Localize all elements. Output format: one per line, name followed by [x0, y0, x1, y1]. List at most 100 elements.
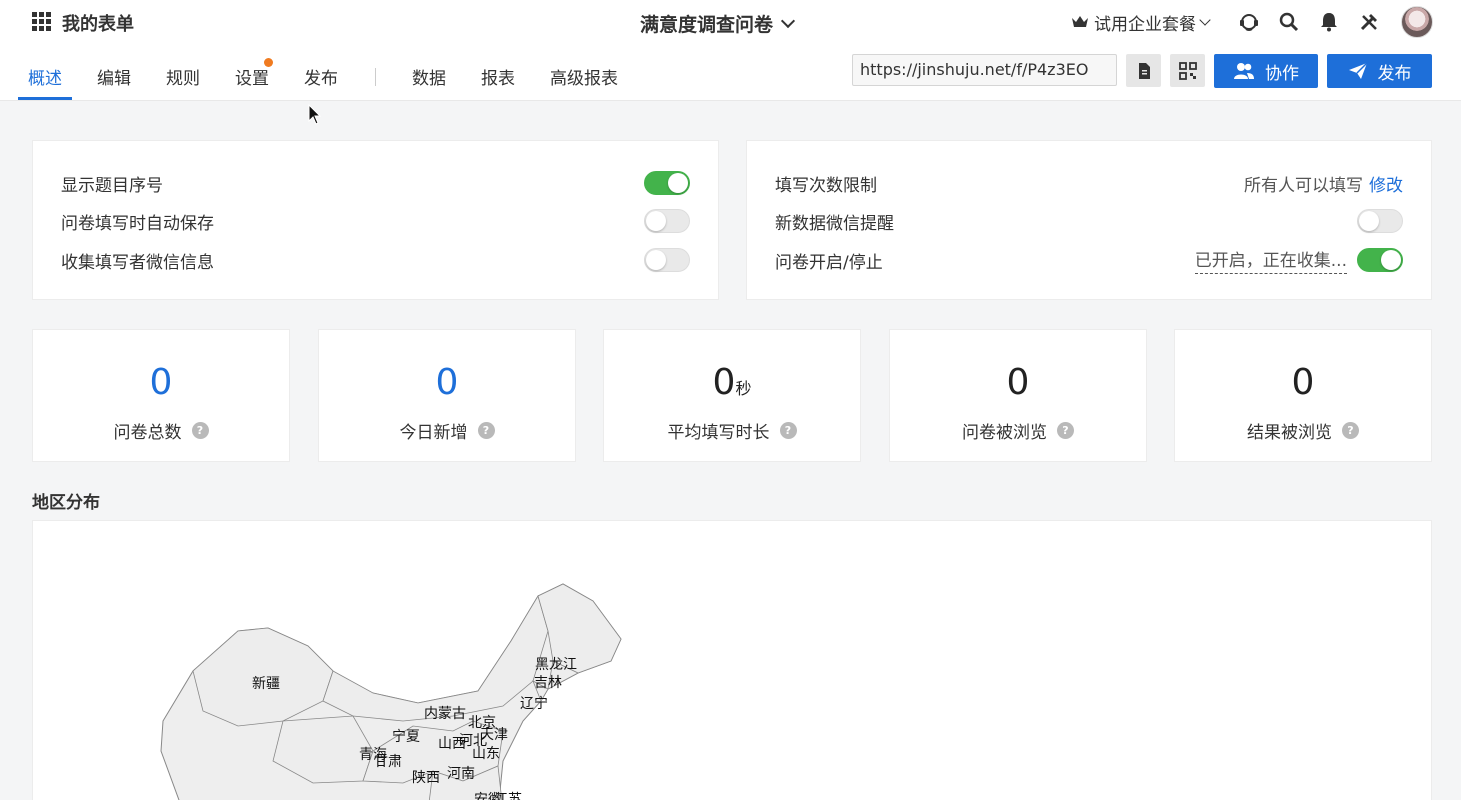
province-label: 吉林 — [534, 675, 562, 691]
stat-card-result-views: 0 结果被浏览? — [1174, 329, 1432, 462]
tools-icon[interactable] — [1358, 11, 1380, 33]
setting-auto-save: 问卷填写时自动保存 — [61, 206, 690, 236]
setting-label: 显示题目序号 — [61, 175, 163, 196]
tab-settings[interactable]: 设置 — [225, 56, 279, 100]
help-icon[interactable]: ? — [191, 422, 209, 439]
stat-card-today: 0 今日新增? — [318, 329, 576, 462]
setting-collect-wechat: 收集填写者微信信息 — [61, 245, 690, 275]
mouse-cursor-icon — [308, 104, 322, 125]
help-icon[interactable]: ? — [1057, 422, 1074, 439]
tab-label: 概述 — [28, 69, 62, 89]
help-icon[interactable]: ? — [477, 422, 495, 439]
notification-dot — [264, 58, 273, 67]
collaborate-button[interactable]: 协作 — [1214, 54, 1318, 88]
help-icon[interactable]: ? — [1342, 422, 1359, 439]
china-map[interactable] — [33, 521, 1432, 800]
stat-unit: 秒 — [735, 379, 752, 398]
setting-label: 收集填写者微信信息 — [61, 252, 214, 273]
qrcode-button[interactable] — [1170, 54, 1205, 87]
toggle-switch[interactable] — [644, 171, 690, 195]
bell-icon[interactable] — [1318, 11, 1340, 33]
qrcode-icon — [1178, 61, 1197, 80]
province-label: 黑龙江 — [535, 657, 577, 673]
toggle-switch[interactable] — [644, 209, 690, 233]
province-label: 新疆 — [252, 676, 280, 692]
province-label: 辽宁 — [520, 696, 548, 712]
stat-value: 0 — [149, 362, 173, 403]
setting-fill-limit: 填写次数限制 所有人可以填写 修改 — [775, 168, 1403, 198]
tab-report[interactable]: 报表 — [471, 56, 525, 100]
tab-edit[interactable]: 编辑 — [87, 56, 141, 100]
province-label: 甘肃 — [374, 754, 402, 770]
stat-value: 0 — [435, 362, 459, 403]
tab-advanced-report[interactable]: 高级报表 — [540, 56, 628, 100]
tab-label: 编辑 — [97, 69, 131, 89]
copy-icon — [1138, 62, 1150, 79]
setting-open-stop: 问卷开启/停止 已开启，正在收集... — [775, 245, 1403, 275]
header-tools: 试用企业套餐 — [1071, 6, 1433, 38]
paper-plane-icon — [1348, 62, 1368, 79]
stat-card-form-views: 0 问卷被浏览? — [889, 329, 1147, 462]
toggle-switch[interactable] — [1357, 209, 1403, 233]
province-label: 江苏 — [494, 792, 522, 800]
settings-card-right: 填写次数限制 所有人可以填写 修改 新数据微信提醒 问卷开启/停止 已开启，正在… — [746, 140, 1432, 300]
tab-label: 高级报表 — [550, 69, 618, 89]
share-url-field[interactable]: https://jinshuju.net/f/P4z3EO — [852, 54, 1117, 86]
apps-grid-icon[interactable] — [32, 12, 51, 31]
form-title-dropdown[interactable]: 满意度调查问卷 — [640, 10, 796, 37]
stat-label: 问卷被浏览 — [962, 423, 1047, 443]
open-status-text[interactable]: 已开启，正在收集... — [1194, 246, 1347, 274]
plan-dropdown[interactable]: 试用企业套餐 — [1071, 10, 1211, 35]
main-tabs: 概述 编辑 规则 设置 发布 数据 报表 高级报表 — [18, 56, 643, 100]
province-label: 宁夏 — [392, 729, 420, 745]
province-label: 河南 — [447, 766, 475, 782]
stat-label: 平均填写时长 — [667, 423, 770, 443]
province-label: 山东 — [472, 746, 500, 762]
settings-card-left: 显示题目序号 问卷填写时自动保存 收集填写者微信信息 — [32, 140, 719, 300]
stat-card-avg-time: 0秒 平均填写时长? — [603, 329, 861, 462]
modify-link[interactable]: 修改 — [1369, 171, 1403, 196]
tab-data[interactable]: 数据 — [402, 56, 456, 100]
collaborate-label: 协作 — [1265, 63, 1299, 84]
tab-label: 设置 — [235, 69, 269, 89]
tab-label: 规则 — [166, 69, 200, 89]
tab-divider — [375, 68, 376, 86]
stat-label: 问卷总数 — [113, 423, 182, 443]
tab-label: 数据 — [412, 69, 446, 89]
chevron-down-icon — [780, 13, 796, 28]
tab-overview[interactable]: 概述 — [18, 56, 72, 100]
tab-label: 发布 — [304, 69, 338, 89]
top-bar: 我的表单 满意度调查问卷 试用企业套餐 概述 编辑 规则 设置 发布 数据 报表… — [0, 0, 1461, 101]
stat-value: 0 — [1291, 362, 1315, 403]
fill-limit-value: 所有人可以填写 — [1244, 175, 1363, 196]
setting-wechat-remind: 新数据微信提醒 — [775, 206, 1403, 236]
tab-publish[interactable]: 发布 — [294, 56, 348, 100]
plan-label: 试用企业套餐 — [1094, 14, 1196, 35]
region-section-title: 地区分布 — [32, 493, 100, 513]
tab-label: 报表 — [481, 69, 515, 89]
setting-label: 填写次数限制 — [775, 175, 877, 196]
copy-link-button[interactable] — [1126, 54, 1161, 87]
chevron-down-icon — [1199, 14, 1211, 26]
stat-value: 0 — [1006, 362, 1030, 403]
search-icon[interactable] — [1278, 11, 1300, 33]
toggle-switch[interactable] — [644, 248, 690, 272]
stat-value: 0秒 — [712, 362, 752, 403]
support-icon[interactable] — [1238, 11, 1260, 33]
setting-label: 新数据微信提醒 — [775, 213, 894, 234]
crown-icon — [1072, 16, 1088, 27]
setting-label: 问卷开启/停止 — [775, 252, 883, 273]
region-map-card: 黑龙江 吉林 辽宁 新疆 内蒙古 北京 天津 宁夏 山西 河北 山东 青海 甘肃… — [32, 520, 1432, 800]
stat-label: 结果被浏览 — [1247, 423, 1332, 443]
tab-rules[interactable]: 规则 — [156, 56, 210, 100]
toggle-switch[interactable] — [1357, 248, 1403, 272]
app-title[interactable]: 我的表单 — [62, 10, 134, 36]
setting-show-question-number: 显示题目序号 — [61, 168, 690, 198]
user-avatar[interactable] — [1401, 6, 1433, 38]
form-title: 满意度调查问卷 — [640, 14, 774, 36]
help-icon[interactable]: ? — [779, 422, 797, 439]
publish-button[interactable]: 发布 — [1327, 54, 1432, 88]
province-label: 内蒙古 — [424, 706, 466, 722]
publish-label: 发布 — [1377, 63, 1412, 84]
province-label: 陕西 — [412, 770, 440, 786]
